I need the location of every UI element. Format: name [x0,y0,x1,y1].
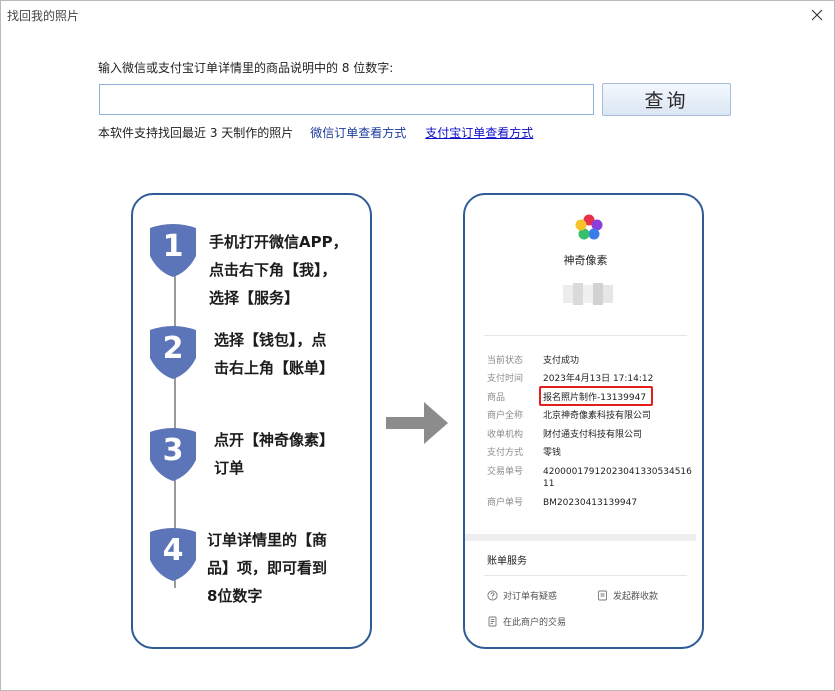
merchant-name: 神奇像素 [563,254,608,267]
order-doubt-action: 对订单有疑惑 [487,589,557,602]
step-badge-3: 3 [146,426,200,482]
step-text-4: 订单详情里的【商 品】项，即可看到 8位数字 [207,531,328,605]
bill-service-label: 账单服务 [487,556,527,567]
close-icon [811,9,823,21]
alipay-help-link[interactable]: 支付宝订单查看方式 [425,124,533,141]
dialog-window: 找回我的照片 输入微信或支付宝订单详情里的商品说明中的 8 位数字: 查询 本软… [0,0,835,691]
window-title: 找回我的照片 [7,9,80,23]
receipt-icon [598,590,607,601]
receipt-screenshot: 神奇像素 当前状态 支付成功 支付时间 2023年4月13日 17:14:12 … [463,193,704,649]
arrow-right-icon [386,402,448,444]
flower-logo-icon [575,214,603,240]
product-highlight-box [539,386,653,406]
order-code-input[interactable] [99,84,594,115]
question-circle-icon [487,590,498,601]
title-bar: 找回我的照片 [1,1,834,29]
document-icon [488,616,497,627]
blurred-amount [563,283,613,305]
wechat-help-link[interactable]: 微信订单查看方式 [310,124,406,141]
group-collect-action: 发起群收款 [597,589,658,602]
step-text-1: 手机打开微信APP， 点击右下角【我】， 选择【服务】 [209,233,348,307]
info-row: 本软件支持找回最近 3 天制作的照片 微信订单查看方式 支付宝订单查看方式 [98,124,533,141]
receipt-divider-2 [484,575,687,576]
section-separator [465,534,696,541]
step-text-3: 点开【神奇像素】 订单 [214,431,335,477]
step-badge-2: 2 [146,324,200,380]
step-badge-1: 1 [146,222,200,278]
merchant-trades-action: 在此商户的交易 [487,615,566,628]
retention-note: 本软件支持找回最近 3 天制作的照片 [98,126,294,140]
search-button[interactable]: 查询 [602,83,731,116]
steps-card: 1 手机打开微信APP， 点击右下角【我】， 选择【服务】 2 选择【钱包】，点… [131,193,372,649]
input-prompt: 输入微信或支付宝订单详情里的商品说明中的 8 位数字: [98,61,394,75]
receipt-divider [484,335,687,336]
step-badge-4: 4 [146,526,200,582]
close-button[interactable] [800,1,834,29]
step-text-2: 选择【钱包】，点 击右上角【账单】 [214,331,335,377]
